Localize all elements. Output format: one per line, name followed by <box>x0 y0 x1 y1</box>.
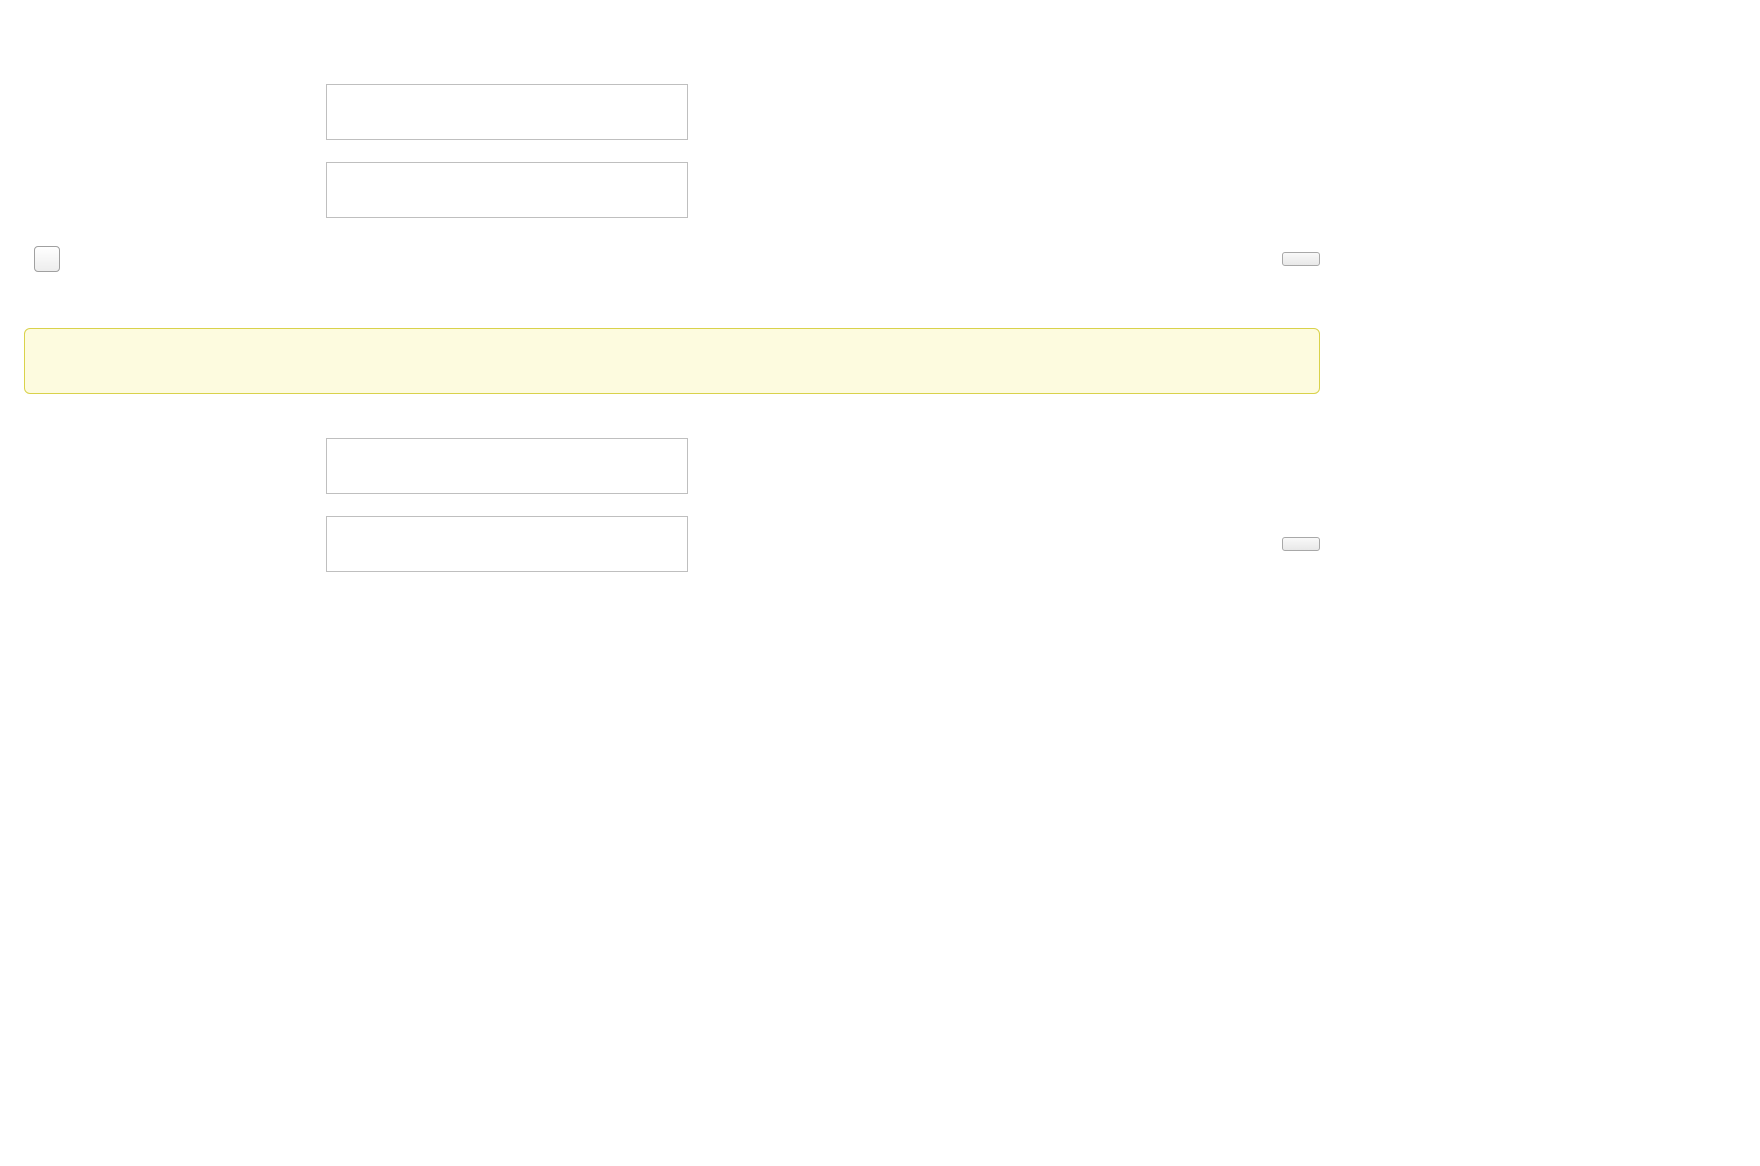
register-username-input[interactable] <box>326 438 688 494</box>
keep-signed-in-row <box>24 246 1320 272</box>
register-username-row <box>24 438 1320 494</box>
register-notice <box>24 328 1320 394</box>
keep-signed-in-checkbox[interactable] <box>34 246 60 272</box>
login-button[interactable] <box>1282 252 1320 266</box>
login-password-input[interactable] <box>326 162 688 218</box>
login-username-row <box>24 84 1320 140</box>
login-section <box>24 84 1320 572</box>
login-username-input[interactable] <box>326 84 688 140</box>
register-email-input[interactable] <box>326 516 688 572</box>
register-button[interactable] <box>1282 537 1320 551</box>
register-email-row <box>24 516 1320 572</box>
login-password-row <box>24 162 1320 218</box>
